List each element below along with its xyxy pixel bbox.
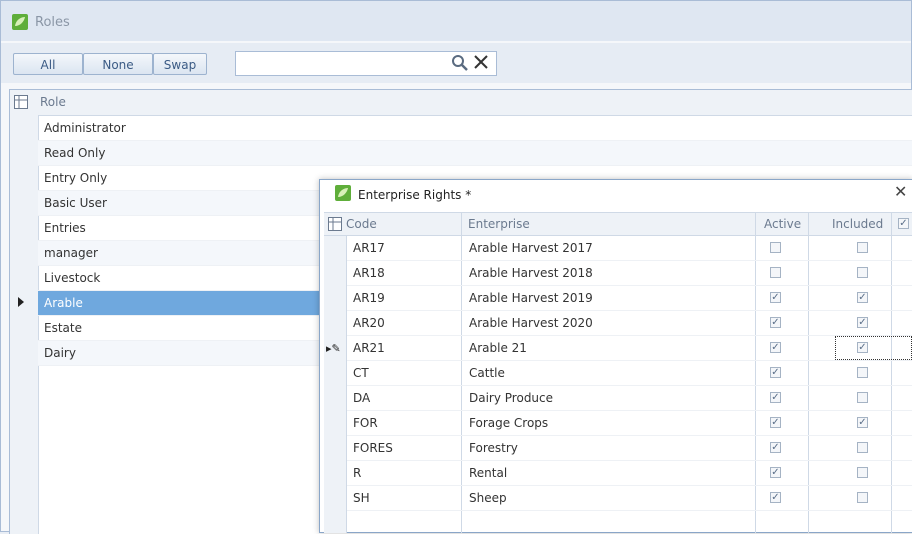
enterprise-code: AR21 [353, 341, 385, 355]
app-leaf-icon [12, 14, 28, 30]
enterprise-row[interactable]: FORES Forestry ✓ [347, 436, 912, 461]
included-checkbox[interactable]: ✓ [857, 317, 868, 328]
included-checkbox[interactable] [857, 267, 868, 278]
roles-window: Roles All None Swap Role Administrator R… [0, 0, 912, 534]
enterprise-row[interactable]: R Rental ✓ [347, 461, 912, 486]
enterprise-grid-header: Code Enterprise Active Included ✓ [324, 213, 912, 236]
title-bar: Roles [1, 1, 911, 41]
active-checkbox[interactable]: ✓ [770, 417, 781, 428]
active-checkbox[interactable]: ✓ [770, 292, 781, 303]
row-indicator-column: ▸✎ [324, 236, 347, 533]
included-checkbox[interactable] [857, 242, 868, 253]
enterprise-row[interactable]: SH Sheep ✓ [347, 486, 912, 511]
enterprise-row[interactable]: AR17 Arable Harvest 2017 [347, 236, 912, 261]
enterprise-code: R [353, 466, 362, 480]
enterprise-name: Forage Crops [469, 416, 549, 430]
included-checkbox[interactable] [857, 392, 868, 403]
enterprise-name: Forestry [469, 441, 518, 455]
enterprise-name: Cattle [469, 366, 505, 380]
column-divider [891, 213, 892, 235]
enterprise-row[interactable]: DA Dairy Produce ✓ [347, 386, 912, 411]
enterprise-row[interactable]: AR18 Arable Harvest 2018 [347, 261, 912, 286]
enterprise-name: Sheep [469, 491, 507, 505]
code-column-header[interactable]: Code [346, 217, 377, 231]
current-row-indicator-icon [18, 297, 24, 307]
app-leaf-icon [335, 185, 351, 201]
dialog-title-bar: Enterprise Rights * ✕ [320, 180, 912, 210]
clear-icon[interactable] [473, 54, 489, 70]
active-checkbox[interactable] [770, 242, 781, 253]
select-none-button[interactable]: None [83, 53, 153, 75]
enterprise-code: SH [353, 491, 370, 505]
enterprise-name: Arable Harvest 2017 [469, 241, 593, 255]
enterprise-name: Arable Harvest 2020 [469, 316, 593, 330]
enterprise-name: Arable Harvest 2018 [469, 266, 593, 280]
window-title: Roles [35, 15, 70, 30]
column-divider [808, 213, 809, 235]
included-checkbox[interactable] [857, 367, 868, 378]
active-checkbox[interactable]: ✓ [770, 317, 781, 328]
included-checkbox[interactable]: ✓ [857, 417, 868, 428]
active-column-header[interactable]: Active [764, 217, 801, 231]
enterprise-grid: Code Enterprise Active Included ✓ ▸✎ AR1… [324, 212, 912, 533]
select-all-checkbox[interactable]: ✓ [898, 218, 909, 229]
toolbar: All None Swap [1, 43, 911, 83]
column-chooser-icon[interactable] [328, 217, 342, 231]
active-checkbox[interactable]: ✓ [770, 492, 781, 503]
included-column-header[interactable]: Included [832, 217, 883, 231]
focused-cell [835, 336, 912, 360]
select-all-button[interactable]: All [13, 53, 83, 75]
enterprise-code: AR17 [353, 241, 385, 255]
included-checkbox[interactable] [857, 467, 868, 478]
role-row[interactable]: Read Only [38, 141, 912, 166]
active-checkbox[interactable]: ✓ [770, 442, 781, 453]
active-checkbox[interactable]: ✓ [770, 367, 781, 378]
enterprise-code: DA [353, 391, 371, 405]
enterprise-rights-dialog: Enterprise Rights * ✕ Code Enterprise Ac… [319, 179, 912, 533]
active-checkbox[interactable] [770, 267, 781, 278]
enterprise-column-header[interactable]: Enterprise [468, 217, 530, 231]
enterprise-row[interactable]: FOR Forage Crops ✓ ✓ [347, 411, 912, 436]
enterprise-name: Arable Harvest 2019 [469, 291, 593, 305]
enterprise-code: FORES [353, 441, 393, 455]
enterprise-code: FOR [353, 416, 378, 430]
column-divider [755, 213, 756, 235]
enterprise-row[interactable]: AR21 Arable 21 ✓ ✓ [347, 336, 912, 361]
enterprise-code: AR19 [353, 291, 385, 305]
column-divider [461, 213, 462, 235]
active-checkbox[interactable]: ✓ [770, 342, 781, 353]
enterprise-name: Rental [469, 466, 508, 480]
search-icon[interactable] [451, 54, 469, 72]
active-checkbox[interactable]: ✓ [770, 467, 781, 478]
included-checkbox[interactable] [857, 492, 868, 503]
swap-button[interactable]: Swap [153, 53, 207, 75]
close-icon[interactable]: ✕ [894, 182, 907, 201]
enterprise-row[interactable]: AR20 Arable Harvest 2020 ✓ ✓ [347, 311, 912, 336]
edit-row-indicator-icon: ▸✎ [326, 342, 341, 355]
included-checkbox[interactable]: ✓ [857, 292, 868, 303]
enterprise-code: CT [353, 366, 369, 380]
dialog-title: Enterprise Rights * [358, 188, 472, 202]
enterprise-code: AR20 [353, 316, 385, 330]
enterprise-code: AR18 [353, 266, 385, 280]
row-indicator-column [10, 115, 39, 534]
role-row[interactable]: Administrator [38, 116, 912, 141]
enterprise-name: Dairy Produce [469, 391, 554, 405]
active-checkbox[interactable]: ✓ [770, 392, 781, 403]
roles-grid-header: Role [10, 90, 912, 116]
role-column-header[interactable]: Role [40, 95, 66, 109]
enterprise-row[interactable]: AR19 Arable Harvest 2019 ✓ ✓ [347, 286, 912, 311]
enterprise-row[interactable]: CT Cattle ✓ [347, 361, 912, 386]
column-chooser-icon[interactable] [14, 95, 28, 109]
enterprise-name: Arable 21 [469, 341, 527, 355]
included-checkbox[interactable] [857, 442, 868, 453]
